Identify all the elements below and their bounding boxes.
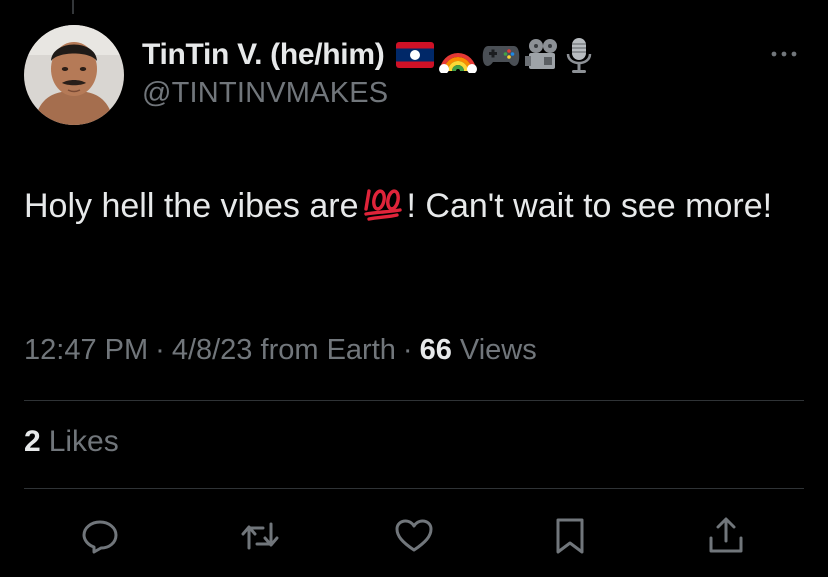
film-projector-icon <box>525 39 558 69</box>
name-row: TinTin V. (he/him) <box>142 35 594 75</box>
game-controller-icon <box>483 46 520 66</box>
tweet-text-part1: Holy hell the vibes are <box>24 187 359 225</box>
tweet-action-bar <box>0 510 828 562</box>
bookmark-button[interactable] <box>548 514 592 558</box>
hundred-points-icon <box>363 185 403 234</box>
meta-separator: · <box>155 334 165 366</box>
likes-label: Likes <box>48 425 119 458</box>
tweet-text: Holy hell the vibes are ! Can't wait to s… <box>24 182 804 234</box>
microphone-icon <box>567 38 592 73</box>
share-button[interactable] <box>704 514 748 558</box>
laos-flag-icon <box>396 42 435 68</box>
retweet-icon <box>241 522 279 550</box>
divider <box>24 488 804 489</box>
bookmark-icon <box>556 518 584 554</box>
reply-icon <box>82 520 118 554</box>
views-label: Views <box>459 334 537 366</box>
likes-count: 2 <box>24 425 41 458</box>
name-emojis <box>396 36 594 74</box>
like-icon <box>395 519 433 552</box>
tweet-header: TinTin V. (he/him) @TINTINVMAKES <box>142 35 594 110</box>
views-count: 66 <box>419 334 452 366</box>
avatar[interactable] <box>24 25 124 125</box>
avatar-photo <box>24 25 124 125</box>
tweet-source: from Earth <box>260 334 396 366</box>
divider <box>24 400 804 401</box>
tweet-meta: 12:47 PM · 4/8/23 from Earth · 66 Views <box>24 334 537 367</box>
meta-separator: · <box>402 334 413 366</box>
reply-button[interactable] <box>78 514 122 558</box>
more-options-button[interactable] <box>766 42 802 66</box>
author-handle[interactable]: @TINTINVMAKES <box>142 77 594 110</box>
tweet-time[interactable]: 12:47 PM <box>24 334 148 366</box>
like-button[interactable] <box>392 514 436 558</box>
tweet-text-part2: ! Can't wait to see more! <box>406 187 773 225</box>
rainbow-icon <box>439 53 478 73</box>
author-display-name[interactable]: TinTin V. (he/him) <box>142 38 385 72</box>
likes-stat[interactable]: 2 Likes <box>24 425 119 459</box>
share-icon <box>709 517 743 553</box>
retweet-button[interactable] <box>238 514 282 558</box>
thread-connector-line <box>72 0 74 14</box>
more-horizontal-icon <box>771 51 797 57</box>
tweet-date[interactable]: 4/8/23 <box>172 334 253 366</box>
